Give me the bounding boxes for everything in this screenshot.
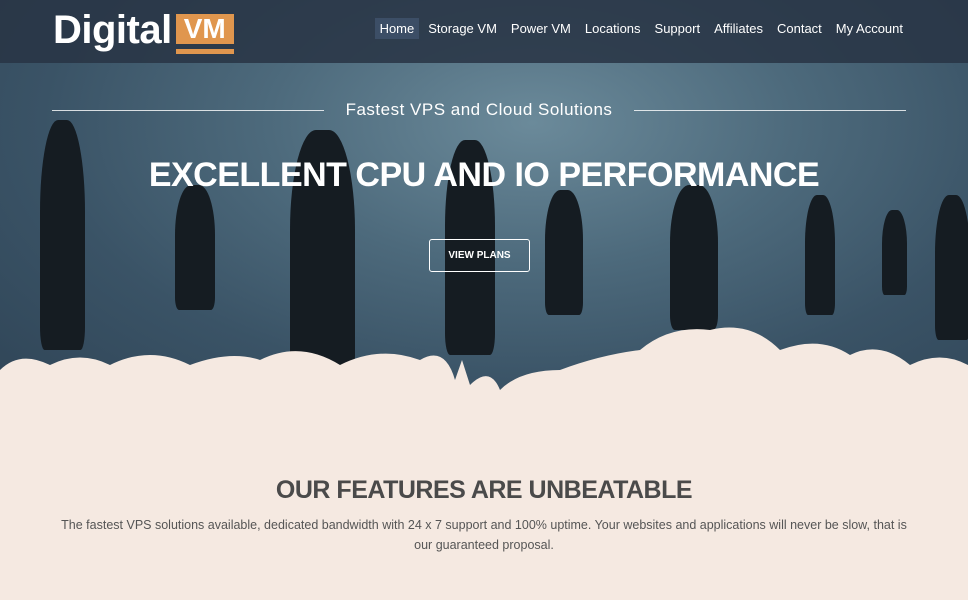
nav-home[interactable]: Home — [374, 18, 420, 39]
silhouette-image — [175, 185, 215, 310]
logo[interactable]: Digital VM — [53, 10, 234, 50]
silhouette-image — [545, 190, 583, 315]
logo-text: Digital — [53, 8, 172, 52]
silhouette-image — [805, 195, 835, 315]
silhouette-image — [670, 185, 718, 330]
view-plans-button[interactable]: VIEW PLANS — [429, 239, 530, 272]
features-description: The fastest VPS solutions available, ded… — [61, 518, 907, 552]
nav-contact[interactable]: Contact — [772, 18, 827, 39]
features-section: OUR FEATURES ARE UNBEATABLE The fastest … — [0, 476, 968, 555]
divider — [634, 109, 906, 111]
tagline-row: Fastest VPS and Cloud Solutions — [52, 100, 906, 120]
features-title: OUR FEATURES ARE UNBEATABLE — [275, 476, 693, 504]
hero-headline: EXCELLENT CPU AND IO PERFORMANCE — [148, 156, 820, 194]
hero-tagline: Fastest VPS and Cloud Solutions — [345, 100, 613, 119]
silhouette-image — [882, 210, 907, 295]
nav-power-vm[interactable]: Power VM — [506, 18, 576, 39]
cloud-divider — [0, 327, 968, 410]
logo-badge: VM — [175, 14, 234, 49]
main-nav: Home Storage VM Power VM Locations Suppo… — [374, 18, 908, 39]
site-header: Digital VM Home Storage VM Power VM Loca… — [0, 0, 968, 63]
divider — [52, 109, 324, 111]
nav-support[interactable]: Support — [650, 18, 706, 39]
nav-affiliates[interactable]: Affiliates — [709, 18, 768, 39]
nav-my-account[interactable]: My Account — [831, 18, 908, 39]
nav-locations[interactable]: Locations — [580, 18, 646, 39]
nav-storage-vm[interactable]: Storage VM — [423, 18, 502, 39]
